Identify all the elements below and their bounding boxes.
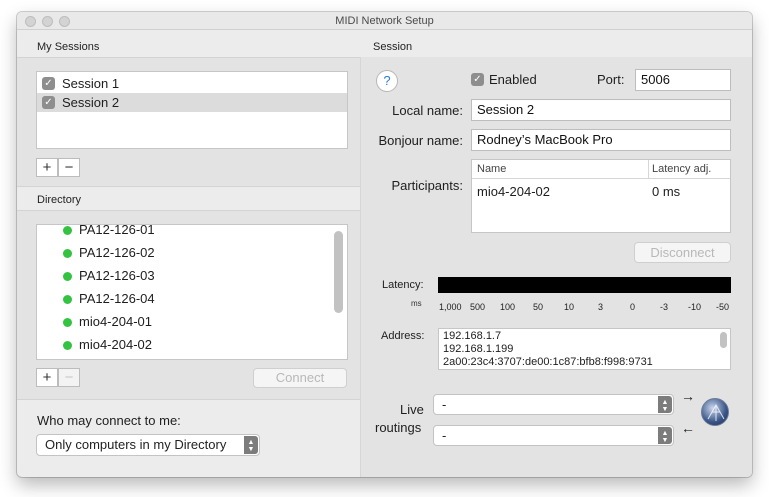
add-directory-button[interactable]: + — [36, 368, 58, 387]
latency-tick: 0 — [630, 302, 636, 312]
directory-item-label: mio4-204-02 — [79, 337, 152, 352]
bonjour-name-field[interactable]: Rodney’s MacBook Pro — [471, 129, 731, 151]
disconnect-button[interactable]: Disconnect — [634, 242, 731, 263]
remove-directory-button[interactable]: − — [58, 368, 80, 387]
latency-meter — [438, 277, 731, 293]
latency-tick: -10 — [688, 302, 702, 312]
online-status-icon — [63, 318, 72, 327]
my-sessions-panel: ✓ Session 1 ✓ Session 2 + − — [17, 57, 360, 187]
close-window-button[interactable] — [25, 16, 36, 27]
local-name-field[interactable]: Session 2 — [471, 99, 731, 121]
online-status-icon — [63, 272, 72, 281]
address-scrollbar[interactable] — [720, 332, 727, 348]
column-divider — [648, 160, 649, 179]
latency-tick: 50 — [533, 302, 544, 312]
latency-tick: 1,000 — [439, 302, 462, 312]
arrow-right-icon: → — [681, 388, 695, 404]
participants-header: Name Latency adj. — [472, 160, 730, 179]
bonjour-name-label: Bonjour name: — [378, 133, 463, 148]
add-session-button[interactable]: + — [36, 158, 58, 177]
address-item: 2a00:23c4:3707:de00:1c87:bfb8:f998:9731 — [443, 356, 653, 368]
participant-latency: 0 ms — [652, 184, 681, 199]
session-enabled-checkbox[interactable]: ✓ — [42, 77, 55, 90]
online-status-icon — [63, 341, 72, 350]
column-header-name[interactable]: Name — [477, 163, 506, 175]
session-row[interactable]: ✓ Session 1 — [37, 74, 347, 93]
directory-item-label: PA12-126-03 — [79, 268, 155, 283]
session-name: Session 1 — [62, 76, 120, 91]
popup-chevrons-icon: ▲ ▼ — [244, 436, 258, 454]
window-title: MIDI Network Setup — [335, 15, 434, 27]
session-enabled-checkbox[interactable]: ✓ — [42, 96, 55, 109]
latency-tick: 10 — [564, 302, 575, 312]
help-button[interactable]: ? — [376, 70, 398, 92]
latency-tick: -3 — [660, 302, 669, 312]
midi-network-setup-window: MIDI Network Setup My Sessions ✓ Session… — [17, 12, 752, 477]
remove-session-button[interactable]: − — [58, 158, 80, 177]
directory-item[interactable]: PA12-126-04 — [37, 291, 333, 310]
latency-label: Latency: — [382, 279, 424, 291]
zoom-window-button[interactable] — [59, 16, 70, 27]
title-bar: MIDI Network Setup — [17, 12, 752, 30]
network-globe-icon — [701, 398, 729, 426]
session-row-selected[interactable]: ✓ Session 2 — [37, 93, 347, 112]
routing-out-popup[interactable]: - ▲ ▼ — [433, 425, 674, 446]
directory-item[interactable]: PA12-126-03 — [37, 268, 333, 287]
arrow-left-icon: ← — [681, 420, 695, 436]
latency-unit: ms — [411, 299, 422, 308]
who-may-connect-value: Only computers in my Directory — [45, 437, 227, 452]
directory-panel: PA12-126-01 PA12-126-02 PA12-126-03 PA12… — [17, 210, 360, 400]
directory-label: Directory — [37, 194, 82, 206]
latency-scale: 1,000 500 100 50 10 3 0 -3 -10 -50 — [438, 295, 731, 313]
latency-tick: -50 — [716, 302, 730, 312]
popup-chevrons-icon: ▲ ▼ — [658, 396, 672, 413]
routing-in-popup[interactable]: - ▲ ▼ — [433, 394, 674, 415]
enabled-label: Enabled — [489, 72, 537, 87]
latency-tick: 100 — [500, 302, 516, 312]
directory-item[interactable]: PA12-126-01 — [37, 224, 333, 241]
port-label: Port: — [597, 72, 625, 87]
participants-table[interactable]: Name Latency adj. mio4-204-02 0 ms — [471, 159, 731, 233]
connect-button[interactable]: Connect — [253, 368, 347, 388]
directory-item-label: mio4-204-01 — [79, 314, 152, 329]
routing-in-value: - — [442, 397, 447, 412]
live-routings-label-line1: Live — [400, 402, 424, 417]
participant-row[interactable]: mio4-204-02 0 ms — [472, 182, 730, 201]
session-enabled-checkbox[interactable]: ✓ — [471, 73, 484, 86]
minimize-window-button[interactable] — [42, 16, 53, 27]
directory-item[interactable]: PA12-126-02 — [37, 245, 333, 264]
directory-item[interactable]: mio4-204-02 — [37, 337, 333, 356]
my-sessions-label: My Sessions — [37, 41, 100, 53]
directory-list[interactable]: PA12-126-01 PA12-126-02 PA12-126-03 PA12… — [36, 224, 348, 360]
directory-item-label: PA12-126-04 — [79, 291, 155, 306]
directory-scrollbar[interactable] — [334, 231, 343, 313]
session-label: Session — [373, 41, 413, 53]
directory-item-label: PA12-126-02 — [79, 245, 155, 260]
address-item: 192.168.1.7 — [443, 330, 502, 342]
popup-chevrons-icon: ▲ ▼ — [658, 427, 672, 444]
participant-name: mio4-204-02 — [477, 184, 550, 199]
address-list[interactable]: 192.168.1.7 192.168.1.199 2a00:23c4:3707… — [438, 328, 731, 370]
live-routings-label-line2: routings — [375, 420, 422, 435]
directory-item-label: PA12-126-01 — [79, 224, 155, 237]
online-status-icon — [63, 249, 72, 258]
who-may-connect-label: Who may connect to me: — [37, 413, 181, 428]
latency-tick: 3 — [598, 302, 604, 312]
participants-label: Participants: — [391, 178, 463, 193]
online-status-icon — [63, 226, 72, 235]
directory-item[interactable]: mio4-204-01 — [37, 314, 333, 333]
address-label: Address: — [381, 330, 425, 342]
who-may-connect-popup[interactable]: Only computers in my Directory ▲ ▼ — [36, 434, 260, 456]
latency-tick: 500 — [470, 302, 486, 312]
session-name: Session 2 — [62, 95, 120, 110]
online-status-icon — [63, 295, 72, 304]
local-name-label: Local name: — [392, 103, 463, 118]
routing-out-value: - — [442, 428, 447, 443]
address-item: 192.168.1.199 — [443, 343, 514, 355]
sessions-list[interactable]: ✓ Session 1 ✓ Session 2 — [36, 71, 348, 149]
column-header-latency[interactable]: Latency adj. — [652, 163, 711, 175]
port-field[interactable]: 5006 — [635, 69, 731, 91]
